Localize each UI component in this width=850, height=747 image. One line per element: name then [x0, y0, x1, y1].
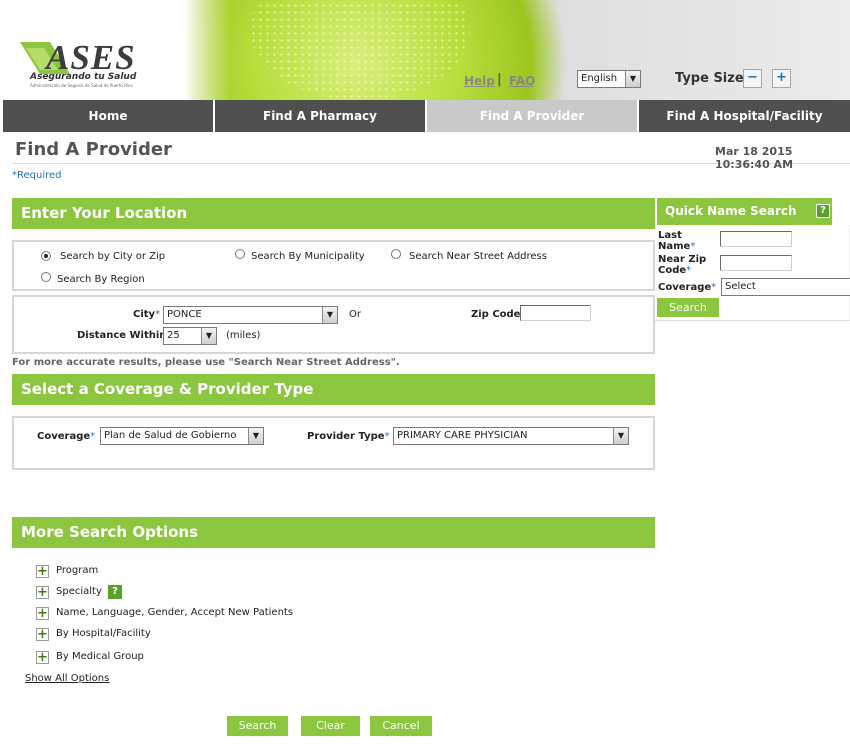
qs-coverage-select-value: Select [725, 281, 756, 292]
location-section-header: Enter Your Location [12, 198, 655, 229]
radio-municipality[interactable] [235, 249, 245, 259]
tab-home[interactable]: Home [3, 100, 215, 132]
required-mark: * [686, 265, 692, 276]
chevron-down-icon: ▼ [201, 328, 216, 344]
chevron-down-icon: ▼ [248, 428, 263, 444]
coverage-label: Coverage* [37, 431, 95, 442]
logo-fineprint: Administración de Seguros de Salud de Pu… [30, 83, 133, 88]
quick-search-header: Quick Name Search [657, 198, 832, 225]
radio-city-zip[interactable] [41, 251, 51, 261]
chevron-down-icon: ▼ [625, 71, 640, 87]
tab-find-pharmacy[interactable]: Find A Pharmacy [215, 100, 427, 132]
option-name-language-gender[interactable]: Name, Language, Gender, Accept New Patie… [56, 607, 293, 618]
qs-coverage-select[interactable]: Select [721, 278, 850, 296]
language-select[interactable]: English ▼ [577, 70, 641, 88]
type-size-label: Type Size: [675, 71, 749, 86]
more-options-section-header: More Search Options [12, 517, 655, 548]
quick-search-button[interactable]: Search [657, 298, 719, 317]
radio-street-address-label: Search Near Street Address [409, 251, 547, 262]
help-link[interactable]: Help [464, 74, 495, 88]
accuracy-note: For more accurate results, please use "S… [12, 357, 400, 368]
main-nav: Home Find A Pharmacy Find A Provider Fin… [3, 100, 850, 132]
expand-medical-group-icon[interactable]: + [36, 651, 49, 664]
radio-city-zip-label: Search by City or Zip [60, 251, 166, 262]
show-all-options-link[interactable]: Show All Options [25, 673, 109, 684]
provider-type-label-text: Provider Type [307, 431, 385, 442]
radio-region[interactable] [41, 272, 51, 282]
last-name-label: Last Name* [658, 230, 714, 252]
required-mark: * [711, 282, 717, 293]
near-zip-label-text: Near Zip Code [658, 254, 707, 276]
coverage-section-header: Select a Coverage & Provider Type [12, 374, 655, 405]
help-icon[interactable]: ? [816, 204, 830, 218]
expand-specialty-icon[interactable]: + [36, 586, 49, 599]
radio-street-address[interactable] [391, 249, 401, 259]
search-button[interactable]: Search [227, 716, 288, 736]
provider-type-select-value: PRIMARY CARE PHYSICIAN [397, 430, 528, 441]
city-label: City* [133, 309, 160, 320]
search-mode-panel: Search by City or Zip Search By Municipa… [12, 240, 655, 291]
option-specialty[interactable]: Specialty [56, 586, 102, 597]
site-header: ASES Asegurando tu Salud Administración … [0, 0, 850, 100]
distance-select[interactable]: 25 ▼ [163, 327, 217, 345]
coverage-select-value: Plan de Salud de Gobierno [104, 430, 237, 441]
language-select-value: English [581, 73, 618, 84]
or-label: Or [349, 309, 361, 320]
qs-coverage-label: Coverage* [658, 282, 716, 293]
provider-type-select[interactable]: PRIMARY CARE PHYSICIAN ▼ [393, 427, 629, 445]
near-zip-input[interactable] [720, 255, 792, 271]
distance-select-value: 25 [167, 330, 180, 341]
expand-name-language-icon[interactable]: + [36, 607, 49, 620]
current-datetime: Mar 18 2015 10:36:40 AM [715, 145, 794, 171]
city-select-value: PONCE [167, 309, 202, 320]
increase-type-size-button[interactable]: + [772, 69, 791, 88]
miles-label: (miles) [226, 330, 261, 341]
near-zip-label: Near Zip Code* [658, 254, 714, 276]
required-mark: * [155, 309, 161, 320]
decrease-type-size-button[interactable]: − [743, 69, 762, 88]
city-label-text: City [133, 309, 156, 320]
city-zip-panel: City* PONCE ▼ Or Zip Code Distance Withi… [12, 295, 655, 354]
city-select[interactable]: PONCE ▼ [163, 306, 338, 324]
faq-link[interactable]: FAQ [509, 74, 535, 88]
zip-code-input[interactable] [520, 305, 591, 321]
option-hospital-facility[interactable]: By Hospital/Facility [56, 628, 151, 639]
logo-tagline: Asegurando tu Salud [30, 72, 137, 82]
distance-label: Distance Within [77, 330, 167, 341]
last-name-label-text: Last Name [658, 230, 691, 252]
required-mark: * [690, 241, 696, 252]
clear-button[interactable]: Clear [301, 716, 360, 736]
option-program[interactable]: Program [56, 565, 98, 576]
help-icon[interactable]: ? [108, 585, 122, 599]
coverage-label-text: Coverage [37, 431, 91, 442]
coverage-select[interactable]: Plan de Salud de Gobierno ▼ [100, 427, 264, 445]
required-note: *Required [12, 170, 62, 181]
zip-code-label: Zip Code [471, 309, 521, 320]
page-title: Find A Provider [15, 139, 172, 160]
radio-region-label: Search By Region [57, 274, 145, 285]
expand-hospital-icon[interactable]: + [36, 628, 49, 641]
expand-program-icon[interactable]: + [36, 565, 49, 578]
coverage-panel: Coverage* Plan de Salud de Gobierno ▼ Pr… [12, 416, 655, 470]
link-separator: | [497, 72, 502, 87]
radio-municipality-label: Search By Municipality [251, 251, 365, 262]
required-mark: * [384, 431, 390, 442]
tab-find-provider[interactable]: Find A Provider [427, 100, 639, 132]
tab-find-hospital[interactable]: Find A Hospital/Facility [639, 100, 850, 132]
chevron-down-icon: ▼ [322, 307, 337, 323]
chevron-down-icon: ▼ [613, 428, 628, 444]
option-medical-group[interactable]: By Medical Group [56, 651, 144, 662]
provider-type-label: Provider Type* [307, 431, 390, 442]
last-name-input[interactable] [720, 231, 792, 247]
cancel-button[interactable]: Cancel [370, 716, 432, 736]
qs-coverage-label-text: Coverage [658, 282, 712, 293]
required-mark: * [90, 431, 96, 442]
